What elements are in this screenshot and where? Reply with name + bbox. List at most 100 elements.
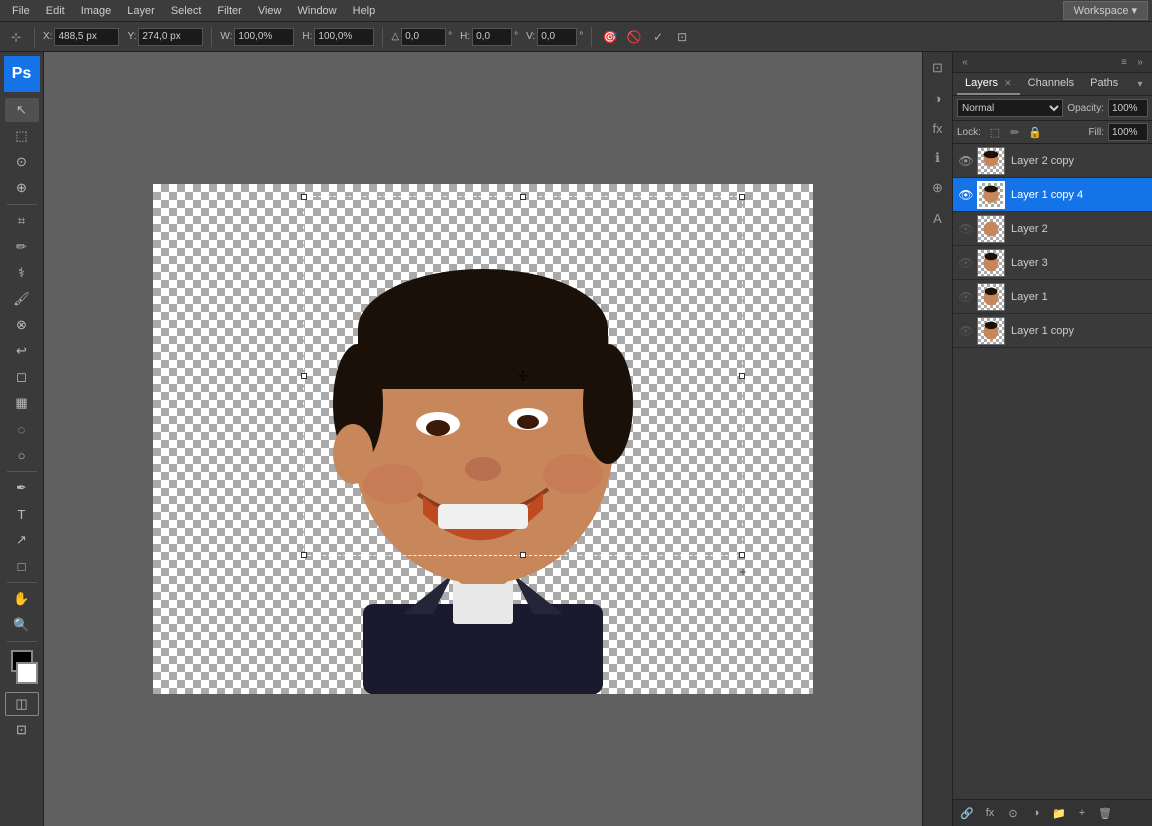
lock-all-icon[interactable]: 🔒 [1027,124,1043,140]
layer-item-layer2[interactable]: 👁 Layer 2 [953,212,1152,246]
panel-bottom-bar: 🔗 fx ⊙ ◑ 📁 + 🗑 [953,799,1152,826]
workspace-button[interactable]: Workspace ▾ [1063,1,1148,20]
layer-visibility-layer1[interactable]: 👁 [957,288,975,306]
y-input[interactable] [138,28,203,46]
vskew-input[interactable] [537,28,577,46]
history-icon[interactable]: ⊡ [926,56,950,80]
nav-icon[interactable]: ⊕ [926,176,950,200]
blur-tool[interactable]: ◌ [5,417,39,441]
quick-select-tool[interactable]: ⊕ [5,176,39,200]
delete-layer-icon[interactable]: 🗑 [1095,803,1115,823]
opacity-input[interactable] [1108,99,1148,117]
layer-visibility-layer3[interactable]: 👁 [957,254,975,272]
layer-fx-icon[interactable]: fx [980,803,1000,823]
info-icon[interactable]: ℹ [926,146,950,170]
menu-select[interactable]: Select [163,3,210,19]
eraser-tool[interactable]: ◻ [5,365,39,389]
lock-pixels-icon[interactable]: ⬚ [987,124,1003,140]
vskew-field: V: ° [526,28,583,46]
move-tool[interactable]: ↖ [5,98,39,122]
tab-paths[interactable]: Paths [1082,73,1126,95]
transform-options-icon[interactable]: ⊡ [672,27,692,47]
menu-help[interactable]: Help [345,3,384,19]
confirm-transform-icon[interactable]: ✓ [648,27,668,47]
menu-filter[interactable]: Filter [209,3,249,19]
type-tool[interactable]: T [5,502,39,526]
layer-name-layer1: Layer 1 [1011,291,1148,303]
character-icon[interactable]: A [926,206,950,230]
canvas-area[interactable]: + ✛ [44,52,922,826]
collapse-right-icon[interactable]: » [1132,54,1148,70]
panel-options-icon[interactable]: ▾ [1132,76,1148,92]
x-input[interactable] [54,28,119,46]
new-layer-icon[interactable]: + [1072,803,1092,823]
h-label: H: [302,31,312,42]
layer-item-layer2copy[interactable]: 👁 Layer 2 copy [953,144,1152,178]
pen-tool[interactable]: ✒ [5,476,39,500]
zoom-tool[interactable]: 🔍 [5,613,39,637]
tab-layers-close[interactable]: ✕ [1004,78,1012,88]
vskew-unit: ° [579,31,583,42]
layer-visibility-layer2copy[interactable]: 👁 [957,152,975,170]
angle-input[interactable] [401,28,446,46]
h-input[interactable] [314,28,374,46]
layer-link-icon[interactable]: 🔗 [957,803,977,823]
layer-item-layer1copy4[interactable]: 👁 Layer 1 copy 4 [953,178,1152,212]
layer-item-layer1[interactable]: 👁 Layer 1 [953,280,1152,314]
hskew-input[interactable] [472,28,512,46]
layer-thumb-layer2copy [977,147,1005,175]
tab-layers[interactable]: Layers ✕ [957,73,1020,95]
clone-tool[interactable]: ⊗ [5,313,39,337]
menu-layer[interactable]: Layer [119,3,163,19]
w-input[interactable] [234,28,294,46]
gradient-tool[interactable]: ▦ [5,391,39,415]
path-select-tool[interactable]: ↗ [5,528,39,552]
lock-position-icon[interactable]: ✏ [1007,124,1023,140]
panel-menu-icon[interactable]: ≡ [1116,54,1132,70]
tab-channels[interactable]: Channels [1020,73,1082,95]
menu-edit[interactable]: Edit [38,3,73,19]
blend-mode-select[interactable]: Normal [957,99,1063,117]
chevron-down-icon: ▾ [1131,4,1137,17]
angle-field: △ ° [391,28,452,46]
cancel-transform-icon[interactable]: 🚫 [624,27,644,47]
layer-visibility-layer2[interactable]: 👁 [957,220,975,238]
menu-image[interactable]: Image [73,3,120,19]
layer-item-layer3[interactable]: 👁 Layer 3 [953,246,1152,280]
layer-list: 👁 Layer 2 copy 👁 Lay [953,144,1152,799]
styles-icon[interactable]: fx [926,116,950,140]
lasso-tool[interactable]: ⊙ [5,150,39,174]
quick-mask-btn[interactable]: ◫ [5,692,39,716]
eyedropper-tool[interactable]: ✏ [5,235,39,259]
dodge-tool[interactable]: ○ [5,443,39,467]
layer-visibility-layer1copy[interactable]: 👁 [957,322,975,340]
separator-4 [591,27,592,47]
x-label: X: [43,31,52,42]
shape-tool[interactable]: □ [5,554,39,578]
layer-thumb-layer1copy4 [977,181,1005,209]
marquee-tool[interactable]: ⬚ [5,124,39,148]
background-color[interactable] [16,662,38,684]
layer-mask-icon[interactable]: ⊙ [1003,803,1023,823]
menu-bar: File Edit Image Layer Select Filter View… [0,0,1152,22]
screen-mode-btn[interactable]: ⊡ [5,718,39,742]
collapse-left-icon[interactable]: « [957,54,973,70]
menu-view[interactable]: View [250,3,290,19]
healing-tool[interactable]: ⚕ [5,261,39,285]
hand-tool[interactable]: ✋ [5,587,39,611]
layer-group-icon[interactable]: 📁 [1049,803,1069,823]
adjustment-layer-icon[interactable]: ◑ [1026,803,1046,823]
layer-thumb-layer2 [977,215,1005,243]
menu-file[interactable]: File [4,3,38,19]
crop-tool[interactable]: ⌗ [5,209,39,233]
reference-icon[interactable]: 🎯 [600,27,620,47]
w-label: W: [220,31,232,42]
color-swatches [6,650,38,684]
brush-tool[interactable]: 🖌 [5,287,39,311]
fill-input[interactable] [1108,123,1148,141]
menu-window[interactable]: Window [290,3,345,19]
adjustments-icon[interactable]: ◑ [926,86,950,110]
layer-item-layer1copy[interactable]: 👁 Layer 1 copy [953,314,1152,348]
layer-visibility-layer1copy4[interactable]: 👁 [957,186,975,204]
history-brush-tool[interactable]: ↩ [5,339,39,363]
